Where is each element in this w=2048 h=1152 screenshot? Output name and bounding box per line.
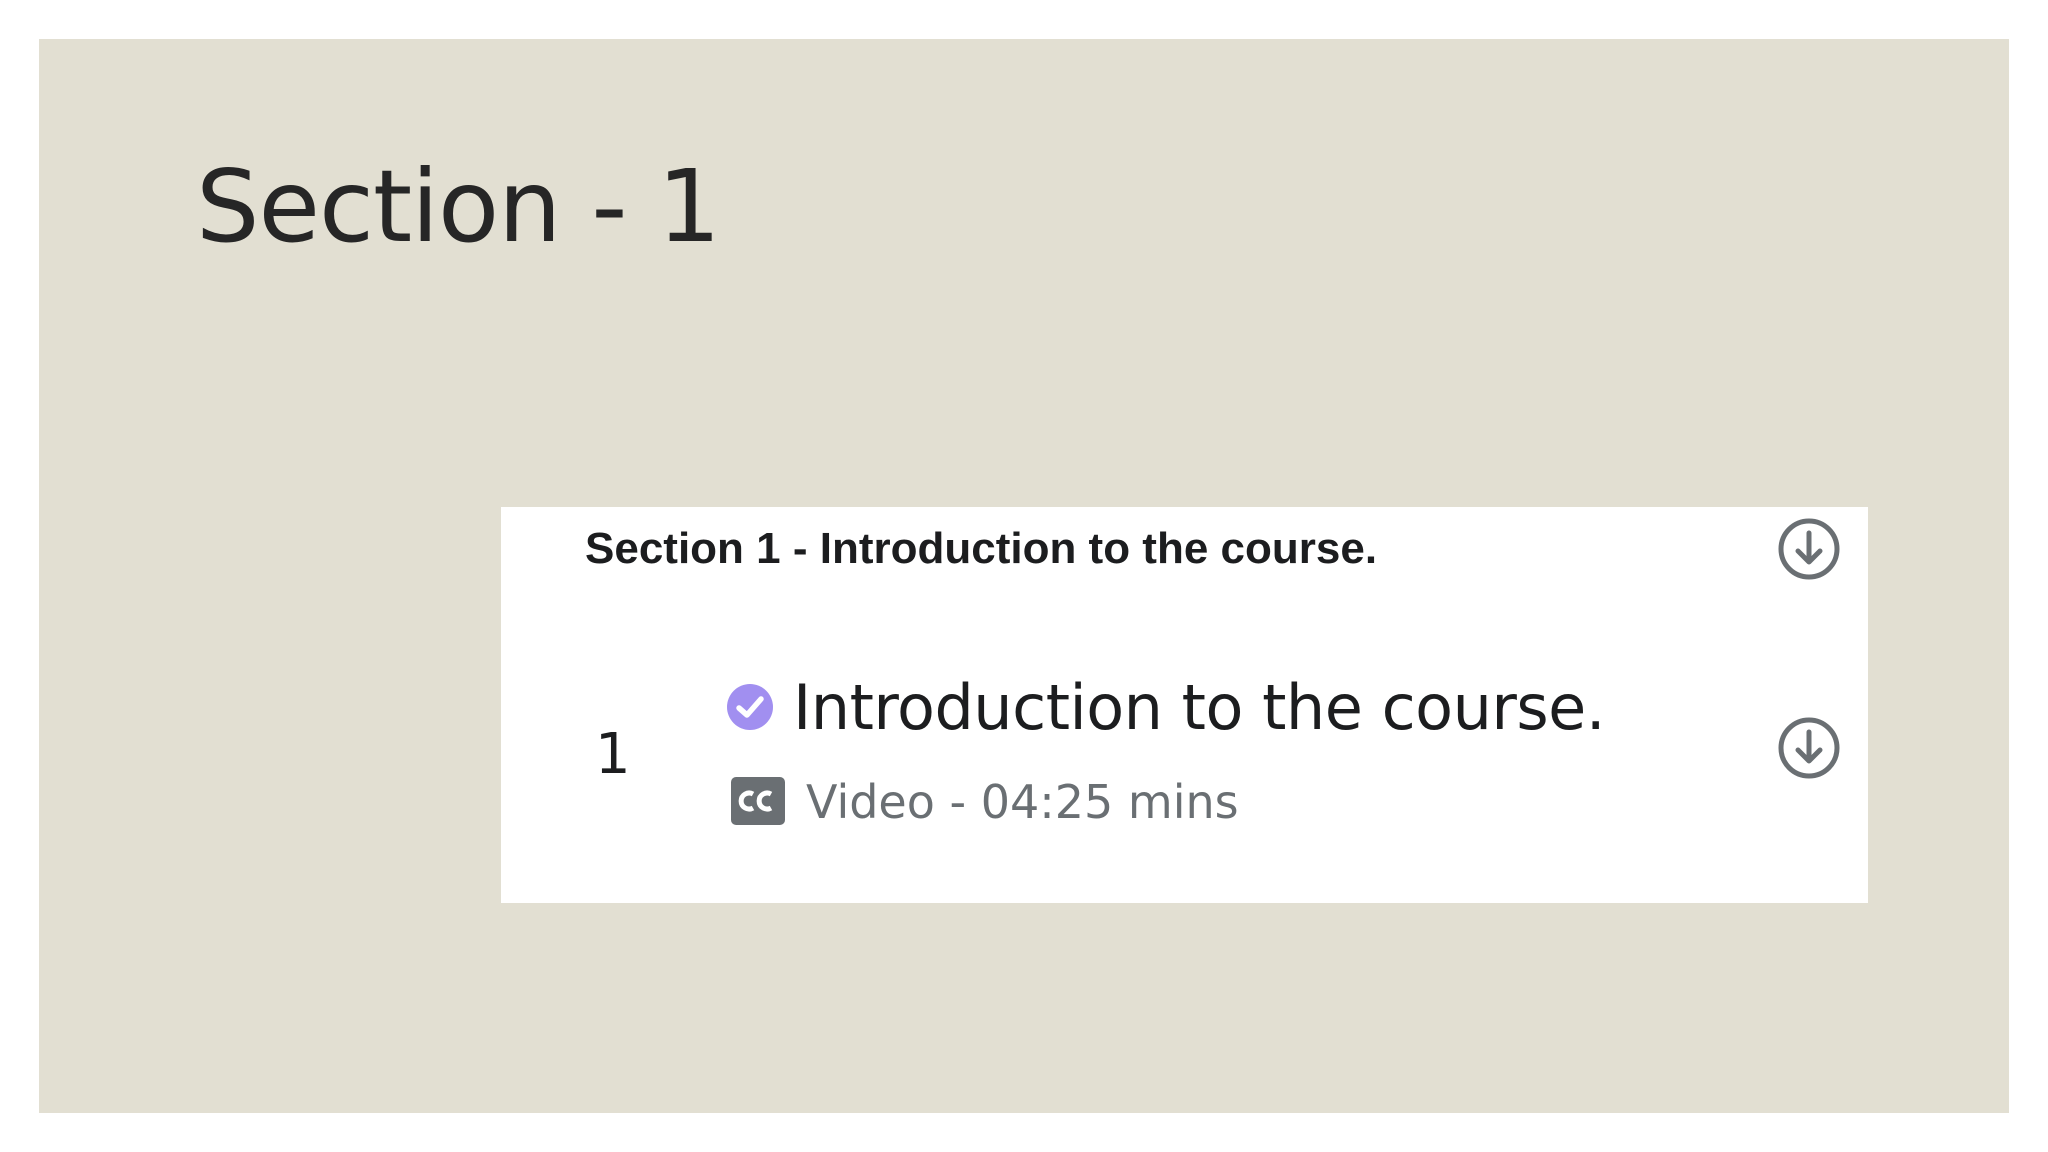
- download-circle-icon: [1776, 516, 1842, 582]
- lecture-title[interactable]: Introduction to the course.: [793, 677, 1606, 739]
- section-header: Section 1 - Introduction to the course.: [585, 524, 1378, 573]
- section-download-button[interactable]: [1776, 516, 1842, 582]
- slide-title: Section - 1: [196, 148, 721, 265]
- lecture-number: 1: [595, 722, 631, 787]
- closed-captions-icon: [731, 777, 785, 825]
- slide: Section - 1 Section 1 - Introduction to …: [39, 39, 2009, 1113]
- download-circle-icon: [1776, 715, 1842, 781]
- lecture-download-button[interactable]: [1776, 715, 1842, 781]
- check-circle-icon[interactable]: [726, 683, 774, 731]
- lecture-meta: Video - 04:25 mins: [806, 775, 1239, 829]
- course-content-card: Section 1 - Introduction to the course. …: [501, 507, 1868, 903]
